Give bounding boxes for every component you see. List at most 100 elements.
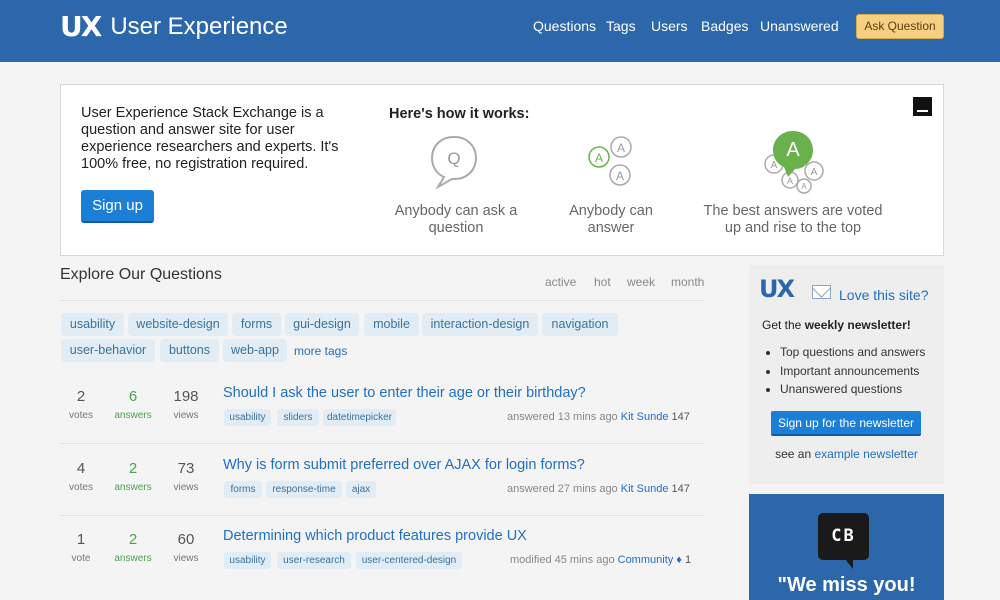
site-logo[interactable]: UX User Experience [60,12,288,42]
sort-tab-active[interactable]: active [545,275,576,289]
svg-text:A: A [787,176,793,186]
question-tag[interactable]: usability [224,552,271,569]
explore-title: Explore Our Questions [60,266,222,283]
ux-logo-mark: UX [759,275,795,303]
svg-text:A: A [595,151,603,165]
question-views: 198 [173,388,199,405]
svg-text:A: A [786,139,800,161]
step-ask: Q Anybody can ask a question [391,85,521,245]
we-miss-you-card[interactable]: CB "We miss you! [749,494,944,600]
views-label: views [173,410,199,421]
nav-badges[interactable]: Badges [701,18,748,34]
user-reputation: 147 [671,411,690,423]
sort-tab-hot[interactable]: hot [594,275,611,289]
question-answers: 2 [128,531,138,548]
newsletter-prompt: Get the weekly newsletter! [762,318,911,332]
newsletter-feature: Important announcements [780,362,925,381]
newsletter-card: UX Love this site? Get the weekly newsle… [749,265,944,484]
tag-buttons[interactable]: buttons [160,339,219,362]
example-newsletter: see an example newsletter [749,447,944,461]
envelope-icon [812,285,831,299]
tag-web-app[interactable]: web-app [223,339,287,362]
question-tag[interactable]: forms [224,481,262,498]
question-tag[interactable]: user-research [277,552,351,569]
question-tag[interactable]: datetimepicker [323,409,396,426]
tag-forms[interactable]: forms [232,313,281,336]
nav-unanswered[interactable]: Unanswered [760,18,839,34]
svg-text:A: A [801,182,807,191]
tag-navigation[interactable]: navigation [542,313,618,336]
question-tag[interactable]: usability [224,409,271,426]
nav-tags-label[interactable]: Tags [606,18,636,34]
question-views: 60 [177,531,195,548]
question-title[interactable]: Why is form submit preferred over AJAX f… [223,457,585,473]
question-user[interactable]: Community ♦ [618,554,682,566]
question-views: 73 [177,460,195,477]
svg-text:A: A [617,141,625,155]
question-tag[interactable]: response-time [266,481,342,498]
nav-users[interactable]: Users [651,18,688,34]
cb-chat-icon: CB [818,513,869,569]
signup-button[interactable]: Sign up [81,190,154,223]
dismiss-icon[interactable] [913,97,932,116]
nav-questions-label[interactable]: Questions [533,18,596,34]
we-miss-you-headline: "We miss you! [777,574,916,596]
step-ask-caption: Anybody can ask a question [394,203,518,236]
svg-text:Q: Q [447,149,460,168]
newsletter-feature: Top questions and answers [780,343,925,362]
tag-mobile[interactable]: mobile [364,313,419,336]
question-title[interactable]: Determining which product features provi… [223,528,527,544]
ux-logo-mark: UX [60,10,102,43]
top-answer-icon: A A A A A [764,131,824,194]
votes-label: vote [71,553,91,564]
question-votes: 1 [76,531,86,548]
question-user[interactable]: Kit Sunde [621,483,669,495]
sort-tab-month[interactable]: month [671,275,704,289]
divider [60,515,704,516]
newsletter-prompt-bold: weekly newsletter! [804,318,911,332]
nav-users-label[interactable]: Users [651,18,688,34]
tag-website-design[interactable]: website-design [128,313,228,336]
nav-badges-label[interactable]: Badges [701,18,748,34]
question-user[interactable]: Kit Sunde [621,411,669,423]
question-tag[interactable]: user-centered-design [356,552,462,569]
tag-user-behavior[interactable]: user-behavior [61,339,155,362]
newsletter-signup-button[interactable]: Sign up for the newsletter [771,411,921,436]
svg-text:A: A [771,160,778,171]
newsletter-features: Top questions and answers Important anno… [780,343,925,399]
nav-unanswered-label[interactable]: Unanswered [760,18,839,34]
votes-label: votes [69,410,93,421]
divider [60,300,704,301]
question-meta: modified 45 mins ago Community ♦ 1 [510,554,691,566]
question-bubble-icon: Q [430,136,478,190]
step-answer-caption: Anybody can answer [569,203,653,236]
question-tag[interactable]: ajax [346,481,376,498]
intro-panel: User Experience Stack Exchange is a ques… [60,84,944,256]
svg-text:A: A [616,169,624,183]
nav-questions[interactable]: Questions [533,18,596,34]
question-title[interactable]: Should I ask the user to enter their age… [223,385,586,401]
more-tags-link[interactable]: more tags [294,344,347,358]
step-best-caption: The best answers are voted up and rise t… [703,203,883,236]
question-tag[interactable]: sliders [277,409,319,426]
question-answers: 6 [128,388,138,405]
question-activity: modified 45 mins ago [510,554,615,566]
votes-label: votes [69,482,93,493]
nav-tags[interactable]: Tags [606,18,636,34]
sort-tab-week[interactable]: week [627,275,655,289]
tag-usability[interactable]: usability [61,313,124,336]
step-answer: A A A Anybody can answer [556,85,666,245]
see-an-text: see an [775,447,815,461]
newsletter-feature: Unanswered questions [780,380,925,399]
tag-gui-design[interactable]: gui-design [285,313,359,336]
answers-label: answers [114,410,152,421]
question-meta: answered 13 mins ago Kit Sunde 147 [507,411,690,423]
svg-text:A: A [811,167,818,178]
tag-interaction-design[interactable]: interaction-design [422,313,538,336]
question-answers: 2 [128,460,138,477]
step-best: A A A A A The best answers are voted up … [701,85,885,245]
top-bar: UX User Experience Questions Tags Users … [0,0,1000,62]
ask-question-button[interactable]: Ask Question [856,14,944,39]
example-newsletter-link[interactable]: example newsletter [814,447,917,461]
question-activity: answered 27 mins ago [507,483,618,495]
